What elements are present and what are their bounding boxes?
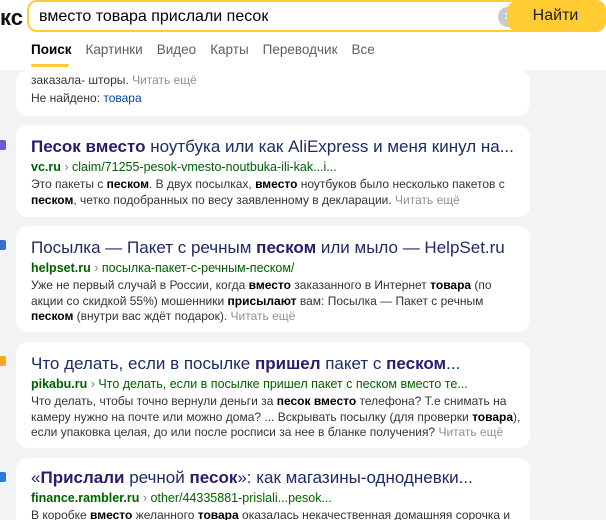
search-result-card: заказала- шторы. Читать ещё Не найдено: …: [16, 70, 530, 116]
result-title-link[interactable]: «Прислали речной песок»: как магазины-од…: [31, 468, 473, 488]
search-header: кс × Найти Поиск Картинки Видео Карты Пе…: [0, 0, 606, 70]
result-snippet: Это пакеты с песком. В двух посылках, вм…: [31, 177, 505, 207]
tab-all[interactable]: Все: [352, 42, 375, 57]
favicon-icon: [0, 140, 6, 150]
read-more-link[interactable]: Читать ещё: [231, 309, 296, 323]
tab-images[interactable]: Картинки: [86, 42, 143, 57]
read-more-link[interactable]: Читать ещё: [132, 73, 197, 87]
search-result-card: «Прислали речной песок»: как магазины-од…: [16, 458, 530, 520]
result-url[interactable]: vc.ru › claim/71255-pesok-vmesto-noutbuk…: [31, 160, 337, 174]
tab-video[interactable]: Видео: [157, 42, 196, 57]
tab-maps[interactable]: Карты: [210, 42, 248, 57]
active-tab-indicator: [31, 64, 69, 67]
result-snippet: В коробке вместо желанного товара оказал…: [31, 508, 511, 520]
search-box: × Найти: [27, 0, 606, 32]
favicon-icon: [0, 472, 6, 482]
read-more-link[interactable]: Читать ещё: [395, 193, 460, 207]
search-tabs: Поиск Картинки Видео Карты Переводчик Вс…: [31, 42, 375, 57]
favicon-icon: [0, 240, 6, 250]
result-snippet: Уже не первый случай в России, когда вме…: [31, 278, 492, 324]
tab-search[interactable]: Поиск: [31, 42, 72, 57]
result-snippet: Что делать, чтобы точно вернули деньги з…: [31, 394, 521, 440]
search-result-card: Что делать, если в посылке пришел пакет …: [16, 342, 530, 448]
result-title-link[interactable]: Песок вместо ноутбука или как AliExpress…: [31, 137, 514, 157]
yandex-logo[interactable]: кс: [0, 5, 23, 31]
tab-translator[interactable]: Переводчик: [263, 42, 338, 57]
result-title-link[interactable]: Что делать, если в посылке пришел пакет …: [31, 354, 460, 374]
result-snippet: заказала- шторы. Читать ещё: [31, 73, 197, 87]
result-url[interactable]: helpset.ru › посылка-пакет-с-речным-песк…: [31, 261, 294, 275]
search-result-card: Песок вместо ноутбука или как AliExpress…: [16, 125, 530, 217]
not-found-line: Не найдено: товара: [31, 91, 142, 105]
not-found-word-link[interactable]: товара: [103, 91, 141, 105]
result-url[interactable]: pikabu.ru › Что делать, если в посылке п…: [31, 377, 468, 391]
search-result-card: Посылка — Пакет с речным песком или мыло…: [16, 226, 530, 332]
search-button[interactable]: Найти: [507, 2, 604, 30]
result-url[interactable]: finance.rambler.ru › other/44335881-pris…: [31, 491, 332, 505]
favicon-icon: [0, 356, 6, 366]
read-more-link[interactable]: Читать ещё: [438, 425, 503, 439]
result-title-link[interactable]: Посылка — Пакет с речным песком или мыло…: [31, 238, 505, 258]
search-input[interactable]: [39, 6, 479, 28]
